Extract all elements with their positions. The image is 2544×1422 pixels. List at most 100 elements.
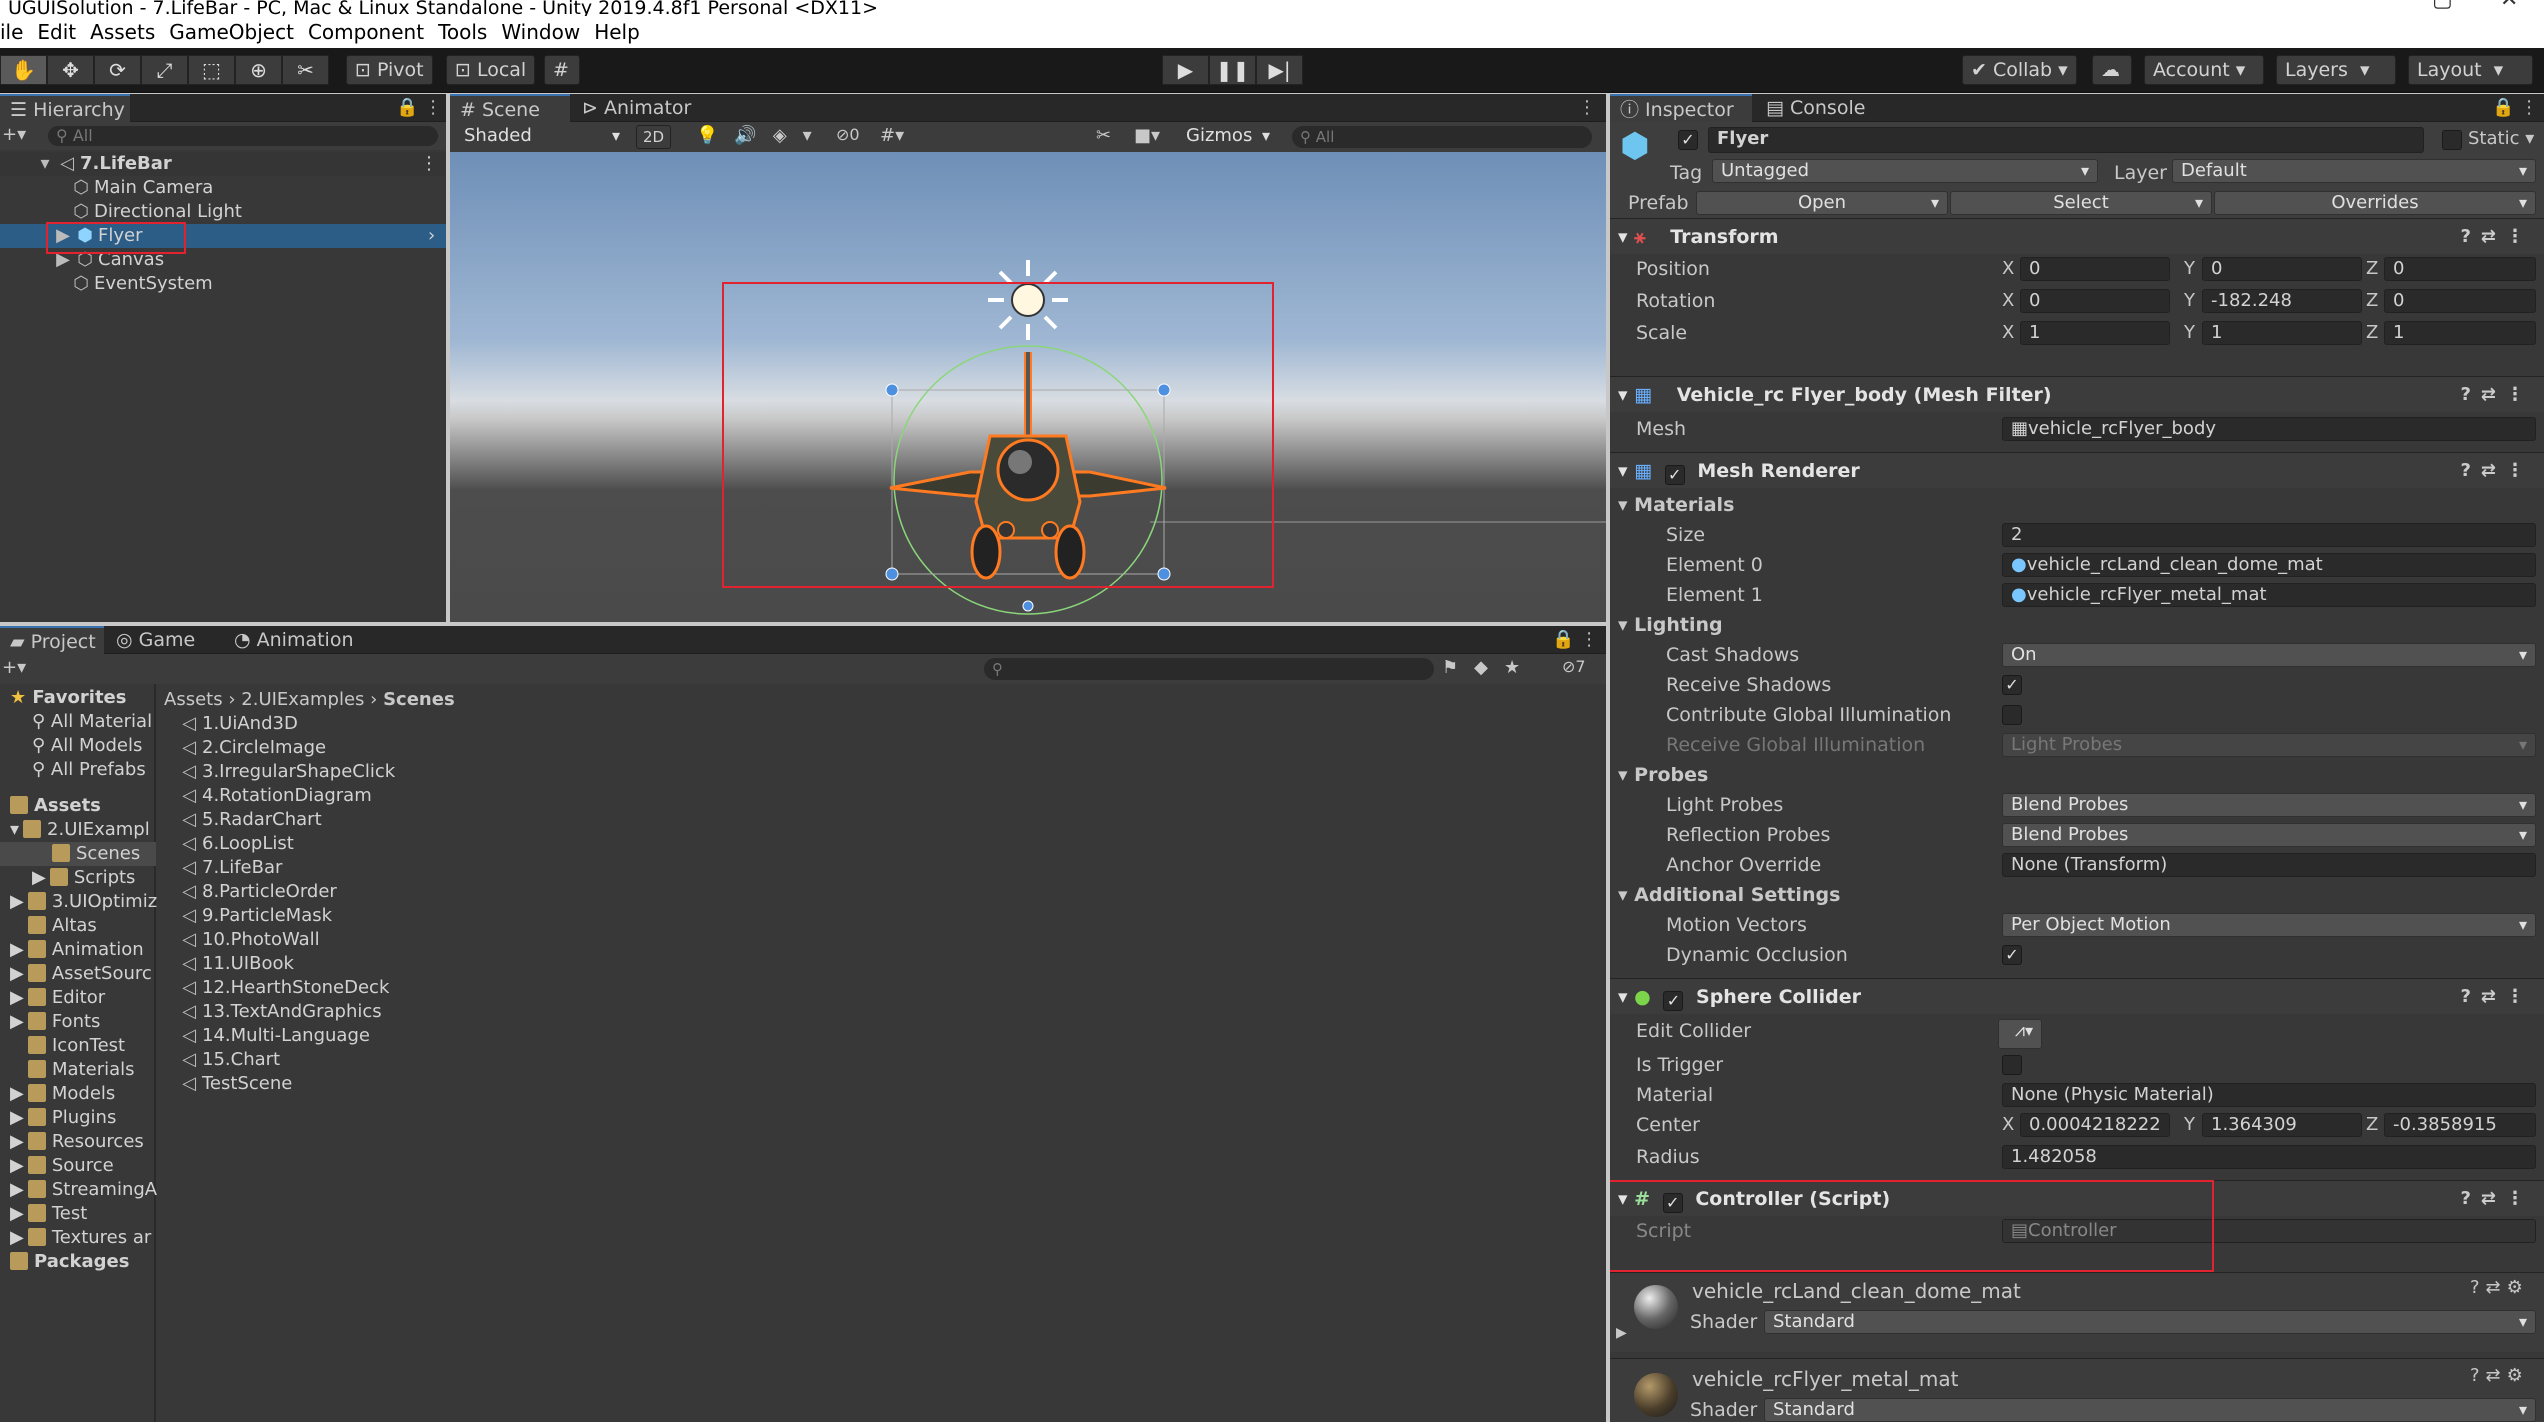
breadcrumb-item[interactable]: Scenes <box>383 689 455 710</box>
scale-x-field[interactable]: 1 <box>2020 321 2170 345</box>
component-menu-icons[interactable]: ?⇄⋮ <box>2460 1181 2534 1217</box>
breadcrumb-item[interactable]: Assets <box>164 689 223 710</box>
folder-item[interactable]: ▶ AssetSourc <box>10 962 152 986</box>
receive-shadows-checkbox[interactable]: ✓ <box>2002 675 2022 695</box>
rotation-x-field[interactable]: 0 <box>2020 289 2170 313</box>
folder-item[interactable]: ▶ Editor <box>10 986 105 1010</box>
scene-root-row[interactable]: ▾ ◁ 7.LifeBar ⋮ <box>0 152 446 176</box>
component-menu-icons[interactable]: ?⇄⚙ <box>2470 1365 2529 1386</box>
folder-item[interactable]: Materials <box>10 1058 135 1082</box>
light-probes-dropdown[interactable]: Blend Probes <box>2002 793 2536 817</box>
cloud-icon[interactable]: ☁ <box>2092 55 2132 85</box>
play-icon[interactable]: ▶ <box>1162 55 1209 85</box>
center-x-field[interactable]: 0.0004218222 <box>2020 1113 2170 1137</box>
transform-header[interactable]: ▾ ⚹ Transform ?⇄⋮ <box>1610 218 2544 254</box>
folder-item[interactable]: ▶ Resources <box>10 1130 144 1154</box>
component-menu-icons[interactable]: ?⇄⋮ <box>2460 453 2534 489</box>
physic-material-field[interactable]: None (Physic Material) <box>2002 1083 2536 1107</box>
menu-edit[interactable]: Edit <box>30 16 83 48</box>
tab-game[interactable]: ◎ Game <box>106 626 206 654</box>
folder-item[interactable]: ▶ Plugins <box>10 1106 116 1130</box>
hidden-objects-icon[interactable]: ⊘0 <box>836 125 860 144</box>
menu-component[interactable]: Component <box>301 16 431 48</box>
list-item[interactable]: ◁ 12.HearthStoneDeck <box>180 976 389 1000</box>
is-trigger-checkbox[interactable] <box>2002 1055 2022 1075</box>
shader-dropdown[interactable]: Standard <box>1764 1398 2536 1422</box>
cast-shadows-dropdown[interactable]: On <box>2002 643 2536 667</box>
dynamic-occlusion-checkbox[interactable]: ✓ <box>2002 945 2022 965</box>
assets-header[interactable]: Assets <box>10 794 101 818</box>
local-button[interactable]: ⊡ Local <box>446 55 536 85</box>
scene-viewport[interactable] <box>450 152 1606 622</box>
position-y-field[interactable]: 0 <box>2202 257 2362 281</box>
step-icon[interactable]: ▶| <box>1256 55 1303 85</box>
meshfilter-header[interactable]: ▾ ▦ Vehicle_rc Flyer_body (Mesh Filter) … <box>1610 376 2544 412</box>
shader-dropdown[interactable]: Standard <box>1764 1310 2536 1334</box>
lock-icon[interactable]: 🔒 ⋮ <box>2492 94 2538 122</box>
layer-dropdown[interactable]: Default <box>2172 159 2536 183</box>
list-item[interactable]: ◁ 13.TextAndGraphics <box>180 1000 382 1024</box>
folder-item[interactable]: Altas <box>10 914 97 938</box>
spherecollider-header[interactable]: ▾ ● ✓ Sphere Collider ?⇄⋮ <box>1610 978 2544 1014</box>
menu-help[interactable]: Help <box>587 16 647 48</box>
rotate-tool-icon[interactable]: ⟳ <box>94 55 141 85</box>
breadcrumb-item[interactable]: 2.UIExamples <box>241 689 364 710</box>
folder-item-scenes[interactable]: Scenes <box>0 842 156 866</box>
menu-tools[interactable]: Tools <box>431 16 494 48</box>
folder-item[interactable]: ▶ 3.UIOptimiz <box>10 890 157 914</box>
static-checkbox[interactable] <box>2442 130 2462 150</box>
transform-tool-icon[interactable]: ⊕ <box>235 55 282 85</box>
folder-item[interactable]: ▶ Models <box>10 1082 115 1106</box>
list-item[interactable]: ◁ 10.PhotoWall <box>180 928 320 952</box>
folder-item[interactable]: ▶ Textures ar <box>10 1226 151 1250</box>
project-search-input[interactable]: ⚲ <box>984 658 1434 680</box>
prefab-select-button[interactable]: Select <box>1950 191 2212 215</box>
component-menu-icons[interactable]: ?⇄⚙ <box>2470 1277 2529 1298</box>
pivot-button[interactable]: ⊡ Pivot <box>346 55 433 85</box>
scene-menu-icon[interactable]: ⋮ <box>420 152 438 176</box>
materials-foldout[interactable]: ▾ Materials <box>1610 490 2544 520</box>
favorites-header[interactable]: ★ Favorites <box>10 686 126 710</box>
tab-console[interactable]: ▤ Console <box>1756 94 1896 122</box>
menu-file[interactable]: ile <box>0 16 30 48</box>
scene-search-input[interactable]: ⚲ All <box>1292 126 1592 148</box>
grid-icon[interactable]: #▾ <box>880 125 904 146</box>
tab-animator[interactable]: ⊳ Animator <box>572 94 692 122</box>
packages-header[interactable]: Packages <box>10 1250 129 1274</box>
scale-z-field[interactable]: 1 <box>2384 321 2536 345</box>
radius-field[interactable]: 1.482058 <box>2002 1145 2536 1169</box>
static-label[interactable]: Static ▾ <box>2468 128 2534 149</box>
menu-window[interactable]: Window <box>494 16 587 48</box>
chevron-right-icon[interactable]: › <box>428 224 435 248</box>
prefab-open-button[interactable]: Open <box>1696 191 1948 215</box>
expand-icon[interactable]: ▶ <box>1616 1325 1627 1341</box>
list-item[interactable]: ◁ 14.Multi-Language <box>180 1024 370 1048</box>
list-item[interactable]: ◁ 11.UIBook <box>180 952 294 976</box>
menu-assets[interactable]: Assets <box>83 16 162 48</box>
rotation-z-field[interactable]: 0 <box>2384 289 2536 313</box>
element0-field[interactable]: ●vehicle_rcLand_clean_dome_mat <box>2002 553 2536 577</box>
list-item[interactable]: ◁ 9.ParticleMask <box>180 904 332 928</box>
filter-icons[interactable]: ⚑◆★ <box>1442 657 1536 678</box>
collab-button[interactable]: ✔ Collab ▾ <box>1962 55 2077 85</box>
custom-tool-icon[interactable]: ✂ <box>282 55 329 85</box>
lock-icon[interactable]: 🔒 ⋮ <box>396 94 442 122</box>
list-item[interactable]: ◁ 1.UiAnd3D <box>180 712 298 736</box>
gizmos-dropdown[interactable]: Gizmos <box>1178 125 1278 149</box>
component-menu-icons[interactable]: ?⇄⋮ <box>2460 377 2534 413</box>
menu-gameobject[interactable]: GameObject <box>162 16 301 48</box>
rect-tool-icon[interactable]: ⬚ <box>188 55 235 85</box>
scene-menu-icon[interactable]: ⋮ <box>1578 94 1596 122</box>
tag-dropdown[interactable]: Untagged <box>1712 159 2098 183</box>
layout-dropdown[interactable]: Layout ▾ <box>2408 55 2533 85</box>
folder-item[interactable]: ▾ 2.UIExampl <box>10 818 150 842</box>
additional-settings-foldout[interactable]: ▾ Additional Settings <box>1610 880 2544 910</box>
scale-tool-icon[interactable]: ⤢ <box>141 55 188 85</box>
tab-inspector[interactable]: ⓘ Inspector <box>1610 94 1752 122</box>
pause-icon[interactable]: ❚❚ <box>1209 55 1256 85</box>
favorite-item[interactable]: ⚲ All Models <box>32 734 142 758</box>
shading-dropdown[interactable]: Shaded <box>456 125 628 149</box>
mesh-field[interactable]: ▦vehicle_rcFlyer_body <box>2002 417 2536 441</box>
component-menu-icons[interactable]: ?⇄⋮ <box>2460 979 2534 1015</box>
tab-animation[interactable]: ◔ Animation <box>224 626 374 654</box>
